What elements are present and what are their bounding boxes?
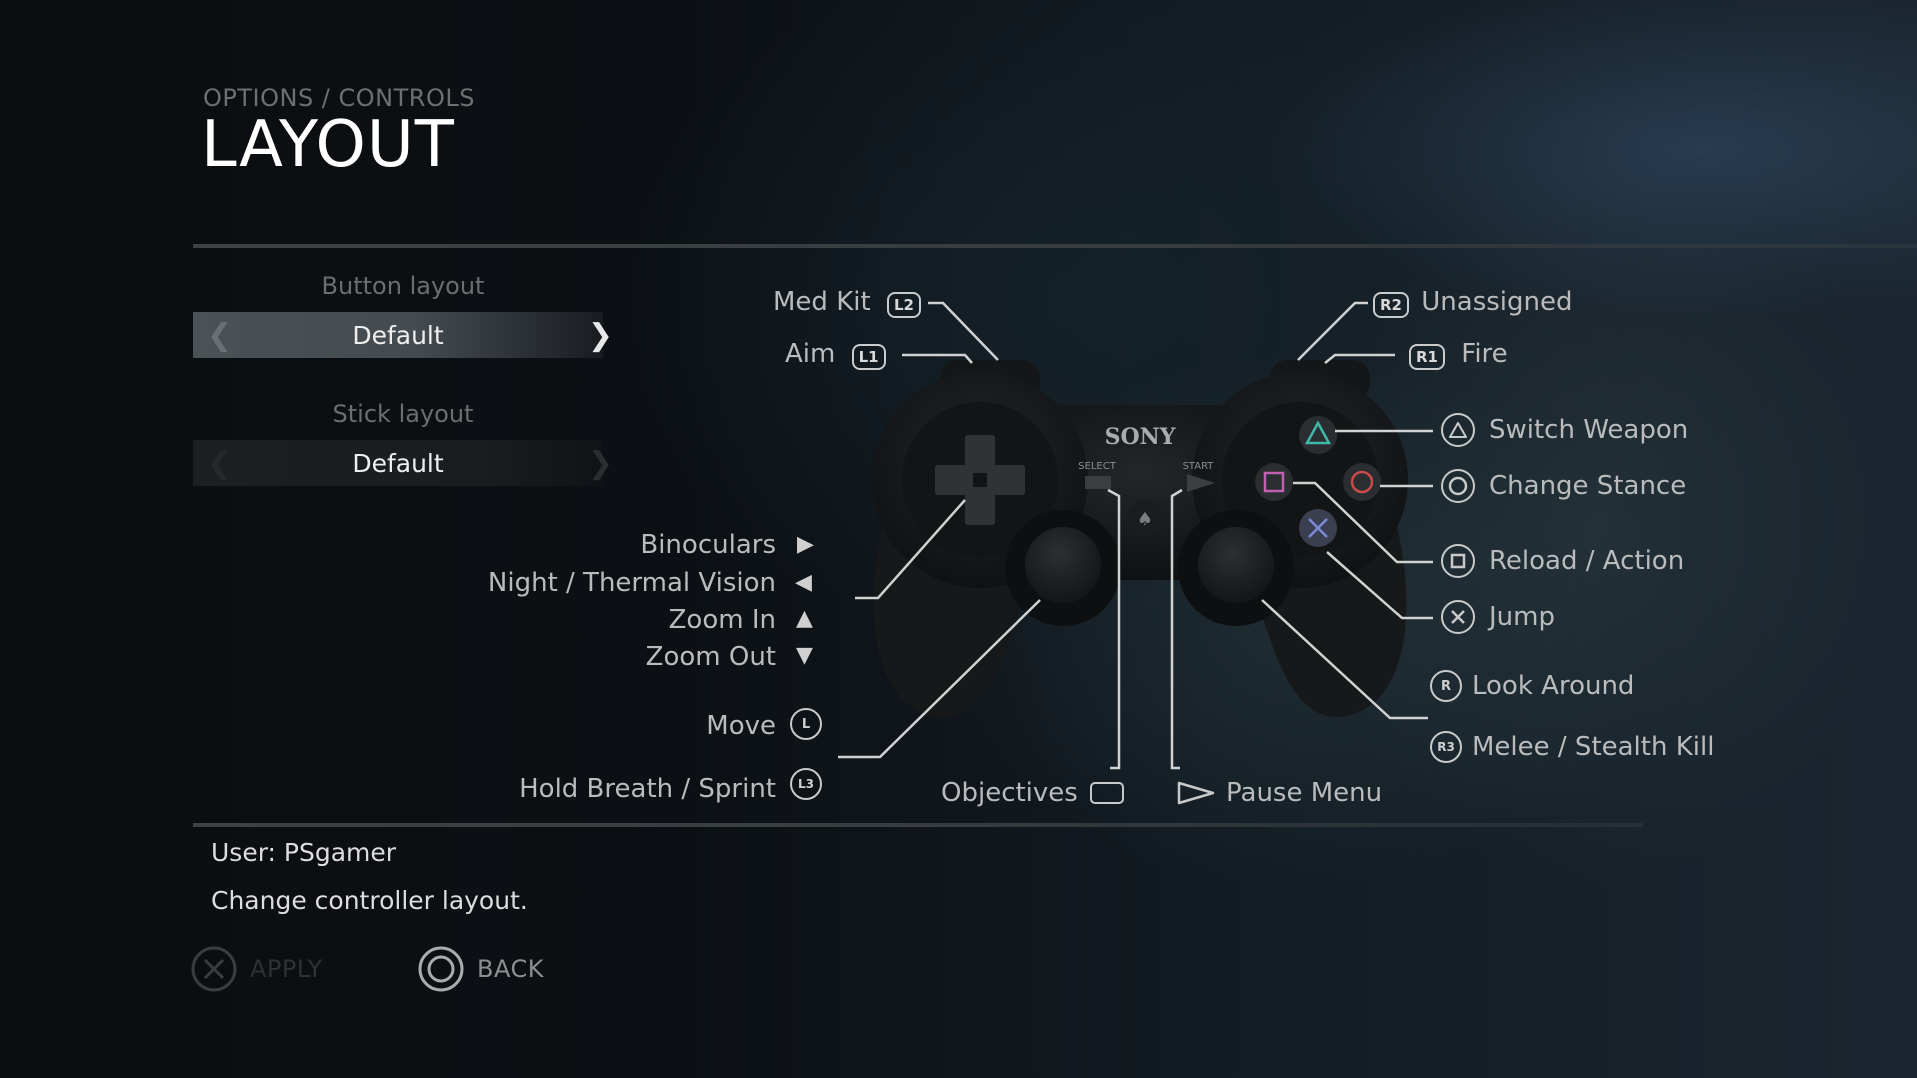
mapping-right-stick: R Look Around [1430,670,1634,702]
dpad-down-icon: ▼ [796,643,813,668]
mapping-r3: R3 Melee / Stealth Kill [1430,731,1714,763]
mapping-square: Reload / Action [1441,544,1684,578]
mapping-label: Binoculars [640,530,776,560]
mapping-dpad-up: Zoom In [669,605,776,635]
mapping-r2: R2 Unassigned [1373,287,1573,318]
mapping-start: Pause Menu [1176,778,1382,808]
select-button-icon [1089,782,1124,804]
dpad-right-icon: ▶ [797,532,814,557]
mapping-label: Zoom In [668,605,776,635]
mapping-label: Objectives [941,778,1078,808]
mapping-cross: Jump [1441,600,1555,634]
apply-button[interactable]: APPLY [190,945,323,993]
mapping-dpad-left: Night / Thermal Vision [488,568,776,598]
button-layout-label: Button layout [321,272,485,300]
mapping-label: Melee / Stealth Kill [1472,732,1715,762]
mapping-circle: Change Stance [1441,469,1686,503]
mapping-label: Fire [1461,339,1508,369]
user-label: User: PSgamer [211,838,397,867]
mapping-label: Zoom Out [645,642,776,672]
mapping-r1: R1 Fire [1409,339,1508,370]
svg-text:♠: ♠ [1137,509,1153,530]
triangle-button-icon [1441,413,1475,447]
mapping-label: Unassigned [1421,287,1573,317]
back-label: BACK [477,955,544,983]
l3-button-icon: L3 [790,768,822,800]
stick-layout-selector[interactable]: ❮ Default ❯ [193,440,613,486]
mapping-triangle: Switch Weapon [1441,413,1688,447]
dpad-left-icon: ◀ [795,570,812,595]
l2-button-icon: L2 [886,292,921,318]
chevron-right-icon[interactable]: ❯ [588,446,613,481]
cross-button-icon [191,946,237,992]
circle-button-icon [1441,469,1475,503]
mapping-label: Med Kit [773,287,871,317]
mapping-label: Hold Breath / Sprint [519,774,776,804]
mapping-label: Change Stance [1489,471,1687,501]
mapping-left-stick: Move [706,711,776,741]
chevron-left-icon[interactable]: ❮ [207,446,232,481]
select-text: SELECT [1078,461,1117,472]
start-text: START [1183,461,1215,472]
right-stick-icon: R [1430,670,1462,702]
dpad-up-icon: ▲ [796,606,813,631]
mapping-label: Night / Thermal Vision [487,568,776,598]
apply-label: APPLY [250,955,323,983]
start-button-icon [1177,781,1215,805]
square-button-icon [1441,544,1475,578]
mapping-l1: Aim L1 [785,339,886,370]
mapping-label: Pause Menu [1226,778,1383,808]
button-layout-selector[interactable]: ❮ Default ❯ [193,312,613,358]
stick-layout-label: Stick layout [332,400,474,428]
chevron-right-icon[interactable]: ❯ [588,318,613,353]
hint-text: Change controller layout. [211,886,528,915]
back-button[interactable]: BACK [417,945,544,993]
brand-logo: SONY [1105,424,1176,450]
l1-button-icon: L1 [851,344,886,370]
button-layout-value: Default [352,320,444,350]
bottom-divider [193,823,1643,827]
mapping-dpad-down: Zoom Out [646,642,776,672]
circle-button-icon [418,946,464,992]
r2-button-icon: R2 [1373,292,1409,318]
right-stick [1198,527,1274,603]
r1-button-icon: R1 [1409,344,1445,370]
mapping-label: Move [706,711,776,741]
mapping-l3: Hold Breath / Sprint [519,774,776,804]
controller-image: L R SONY SELECT START ♠ [872,360,1408,717]
mapping-label: Look Around [1472,671,1635,701]
chevron-left-icon[interactable]: ❮ [207,318,232,353]
page-title: LAYOUT [201,108,455,182]
select-button [1085,476,1111,489]
cross-button-icon [1441,600,1475,634]
mapping-l2: Med Kit L2 [773,287,921,318]
mapping-dpad-right: Binoculars [640,530,776,560]
stick-layout-value: Default [352,448,444,478]
left-stick-icon: L [790,708,822,740]
mapping-label: Switch Weapon [1489,415,1689,445]
left-stick [1025,527,1101,603]
r3-button-icon: R3 [1430,731,1462,763]
mapping-label: Aim [785,339,836,369]
mapping-label: Reload / Action [1489,546,1685,576]
mapping-label: Jump [1489,602,1555,632]
top-divider [193,244,1917,248]
mapping-select: Objectives [941,778,1124,808]
